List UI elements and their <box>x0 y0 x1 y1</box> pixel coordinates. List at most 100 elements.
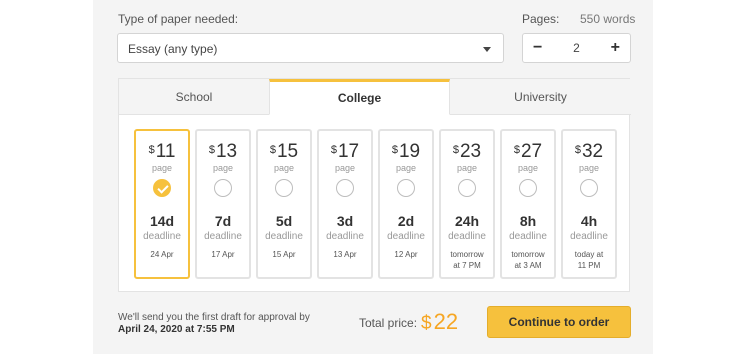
deadline-date-line1: today at <box>574 250 604 259</box>
deadline-value: 14d <box>149 213 175 229</box>
deadline-label: deadline <box>387 231 425 242</box>
deadline-value: 24h <box>454 213 480 229</box>
deadline-value: 8h <box>519 213 537 229</box>
price-value: 15 <box>276 141 299 162</box>
currency-symbol: $ <box>391 144 398 156</box>
pages-increment-button[interactable]: + <box>611 40 620 56</box>
deadline-card-5d[interactable]: $15 page 5d deadline 15 Apr <box>256 129 312 279</box>
price-per-page: $17 <box>319 141 371 163</box>
price-value: 19 <box>398 141 421 162</box>
currency-symbol: $ <box>452 144 459 156</box>
currency-symbol: $ <box>269 144 276 156</box>
paper-type-label: Type of paper needed: <box>118 12 239 26</box>
deadline-date: 17 Apr <box>211 250 235 259</box>
paper-type-select[interactable]: Essay (any type) <box>117 33 504 63</box>
deadline-value: 3d <box>336 213 354 229</box>
tab-school[interactable]: School <box>119 79 269 115</box>
deadline-label: deadline <box>326 231 364 242</box>
per-page-label: page <box>151 163 173 173</box>
academic-level-tabs: School College University $11 page 14d d… <box>118 78 631 292</box>
currency-symbol: $ <box>330 144 337 156</box>
deadline-card-3d[interactable]: $17 page 3d deadline 13 Apr <box>317 129 373 279</box>
words-count: 550 words <box>580 12 636 26</box>
deadline-date-line2: 11 PM <box>577 261 601 270</box>
deadline-label: deadline <box>265 231 303 242</box>
deadline-date: tomorrow at 3 AM <box>502 249 554 271</box>
deadline-date-line2: at 7 PM <box>453 261 481 270</box>
price-value: 11 <box>155 141 176 162</box>
tab-university[interactable]: University <box>450 79 631 115</box>
deadline-date: 15 Apr <box>272 250 296 259</box>
total-price: $22 <box>421 309 458 335</box>
deadline-card-8h[interactable]: $27 page 8h deadline tomorrow at 3 AM <box>500 129 556 279</box>
price-value: 17 <box>337 141 360 162</box>
pages-value: 2 <box>573 41 580 55</box>
price-per-page: $15 <box>258 141 310 163</box>
price-per-page: $11 <box>136 141 188 163</box>
per-page-label: page <box>395 163 417 173</box>
deadline-label: deadline <box>143 231 181 242</box>
draft-note-date: April 24, 2020 at 7:55 PM <box>118 324 235 335</box>
check-icon[interactable] <box>153 179 171 197</box>
draft-approval-note: We'll send you the first draft for appro… <box>118 312 310 336</box>
currency-symbol: $ <box>513 144 520 156</box>
per-page-label: page <box>334 163 356 173</box>
tab-college[interactable]: College <box>269 79 450 115</box>
deadline-date: tomorrow at 7 PM <box>441 249 493 271</box>
deadline-date: today at 11 PM <box>563 249 615 271</box>
deadline-label: deadline <box>204 231 242 242</box>
pages-stepper[interactable]: − 2 + <box>522 33 631 63</box>
price-per-page: $32 <box>563 141 615 163</box>
radio-button[interactable] <box>336 179 354 197</box>
deadline-date-line2: at 3 AM <box>514 261 542 270</box>
chevron-down-icon <box>483 47 491 52</box>
radio-button[interactable] <box>397 179 415 197</box>
deadline-card-7d[interactable]: $13 page 7d deadline 17 Apr <box>195 129 251 279</box>
price-value: 13 <box>215 141 238 162</box>
deadline-date: 24 Apr <box>150 250 174 259</box>
radio-button[interactable] <box>458 179 476 197</box>
price-per-page: $23 <box>441 141 493 163</box>
price-per-page: $13 <box>197 141 249 163</box>
deadline-date-line1: tomorrow <box>511 250 545 259</box>
radio-button[interactable] <box>519 179 537 197</box>
total-price-label: Total price: <box>359 316 418 330</box>
deadline-card-24h[interactable]: $23 page 24h deadline tomorrow at 7 PM <box>439 129 495 279</box>
draft-note-line1: We'll send you the first draft for appro… <box>118 312 310 323</box>
per-page-label: page <box>273 163 295 173</box>
deadline-label: deadline <box>448 231 486 242</box>
price-per-page: $27 <box>502 141 554 163</box>
deadline-label: deadline <box>509 231 547 242</box>
deadline-date: 13 Apr <box>333 250 357 259</box>
paper-type-value: Essay (any type) <box>128 42 218 56</box>
deadline-value: 4h <box>580 213 598 229</box>
deadline-value: 7d <box>214 213 232 229</box>
radio-button[interactable] <box>275 179 293 197</box>
radio-button[interactable] <box>214 179 232 197</box>
deadline-options: $11 page 14d deadline 24 Apr $13 page 7d… <box>134 129 617 279</box>
price-value: 32 <box>581 141 604 162</box>
deadline-card-14d[interactable]: $11 page 14d deadline 24 Apr <box>134 129 190 279</box>
price-per-page: $19 <box>380 141 432 163</box>
per-page-label: page <box>212 163 234 173</box>
total-value: 22 <box>433 309 459 334</box>
deadline-value: 2d <box>397 213 415 229</box>
deadline-date: 12 Apr <box>394 250 418 259</box>
currency-symbol: $ <box>574 144 581 156</box>
currency-symbol: $ <box>208 144 215 156</box>
deadline-value: 5d <box>275 213 293 229</box>
deadline-card-4h[interactable]: $32 page 4h deadline today at 11 PM <box>561 129 617 279</box>
pages-decrement-button[interactable]: − <box>533 40 542 56</box>
deadline-label: deadline <box>570 231 608 242</box>
radio-button[interactable] <box>580 179 598 197</box>
pages-label: Pages: <box>522 12 560 26</box>
deadline-card-2d[interactable]: $19 page 2d deadline 12 Apr <box>378 129 434 279</box>
tab-bar: School College University <box>119 79 631 115</box>
per-page-label: page <box>578 163 600 173</box>
price-value: 27 <box>520 141 543 162</box>
per-page-label: page <box>517 163 539 173</box>
price-value: 23 <box>459 141 482 162</box>
per-page-label: page <box>456 163 478 173</box>
continue-to-order-button[interactable]: Continue to order <box>487 306 631 338</box>
total-currency: $ <box>421 313 432 334</box>
